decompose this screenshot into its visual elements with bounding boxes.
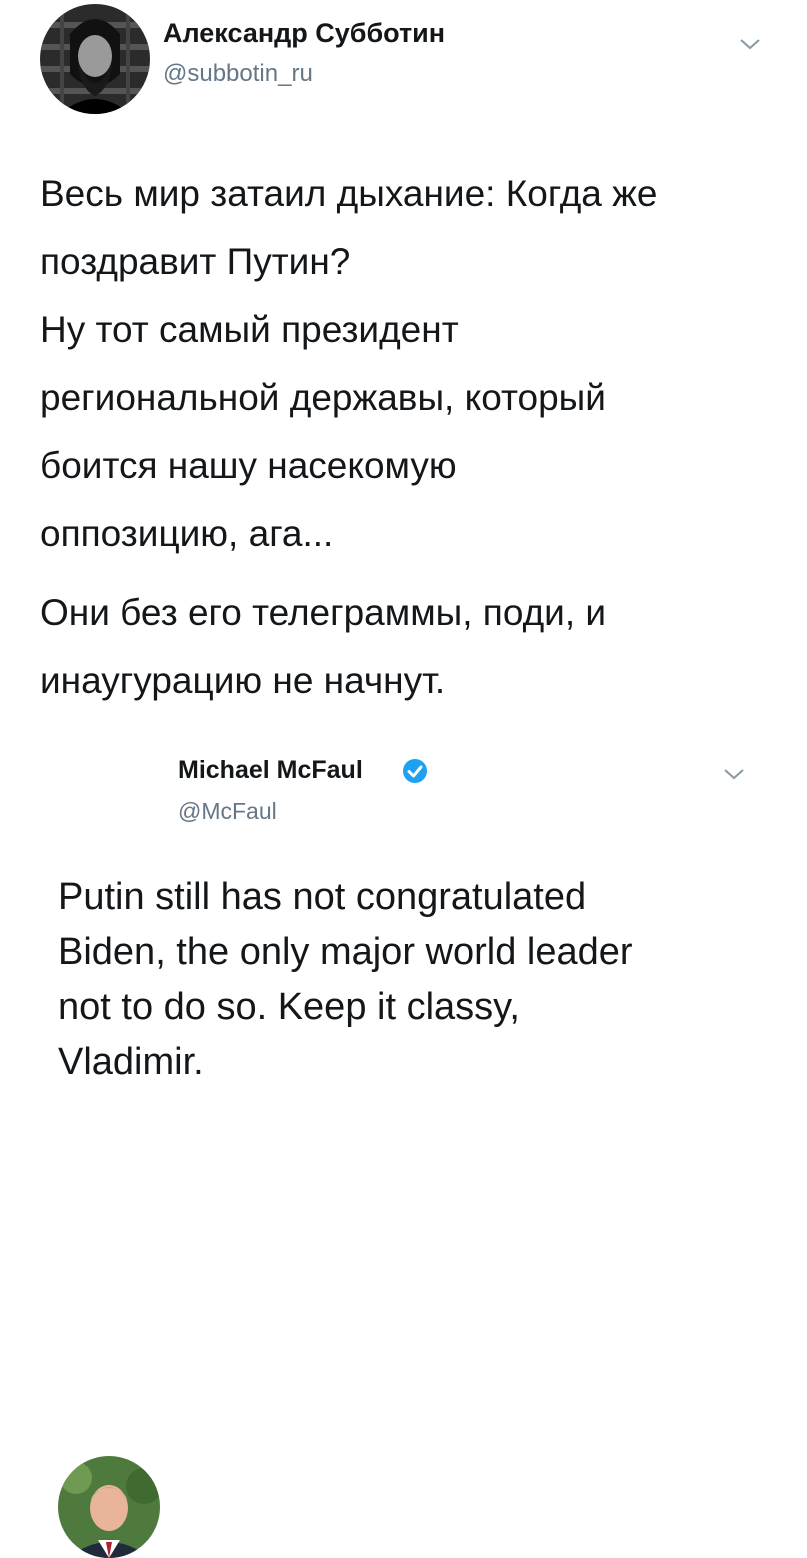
- chevron-down-icon[interactable]: [738, 36, 762, 52]
- tweet-quoted[interactable]: Michael McFaul @McFaul Putin still has n…: [0, 720, 807, 1558]
- tweet-text-line: поздравит Путин?: [40, 241, 351, 282]
- tweet-text-line: Они без его телеграммы, поди, и: [40, 592, 607, 633]
- chevron-down-icon[interactable]: [722, 766, 746, 782]
- author-handle[interactable]: @McFaul: [178, 798, 277, 825]
- tweet-outer: Александр Субботин @subbotin_ru Весь мир…: [0, 0, 807, 701]
- tweet-text-line: оппозицию, ага...: [40, 513, 334, 554]
- verified-badge-icon: [403, 759, 427, 783]
- tweet-text: Весь мир затаил дыхание: Когда же поздра…: [40, 160, 780, 715]
- tweet-text-line: инаугурацию не начнут.: [40, 660, 446, 701]
- author-name[interactable]: Александр Субботин: [163, 18, 445, 49]
- avatar-subbotin[interactable]: [40, 4, 150, 114]
- tweet-text-line: Biden, the only major world leader: [58, 931, 633, 973]
- tweet-text-line: региональной державы, который: [40, 377, 606, 418]
- tweet-text-line: Putin still has not congratulated: [58, 876, 587, 918]
- tweet-text-line: Vladimir.: [58, 1041, 204, 1083]
- tweet-text-line: Весь мир затаил дыхание: Когда же: [40, 173, 658, 214]
- author-handle[interactable]: @subbotin_ru: [163, 60, 313, 88]
- avatar-mcfaul[interactable]: [58, 1456, 160, 1558]
- tweet-text-line: Ну тот самый президент: [40, 309, 459, 350]
- tweet-text-line: not to do so. Keep it classy,: [58, 986, 520, 1028]
- tweet-text-line: боится нашу насекомую: [40, 445, 457, 486]
- author-name[interactable]: Michael McFaul: [178, 756, 363, 785]
- tweet-text: Putin still has not congratulated Biden,…: [58, 870, 778, 1090]
